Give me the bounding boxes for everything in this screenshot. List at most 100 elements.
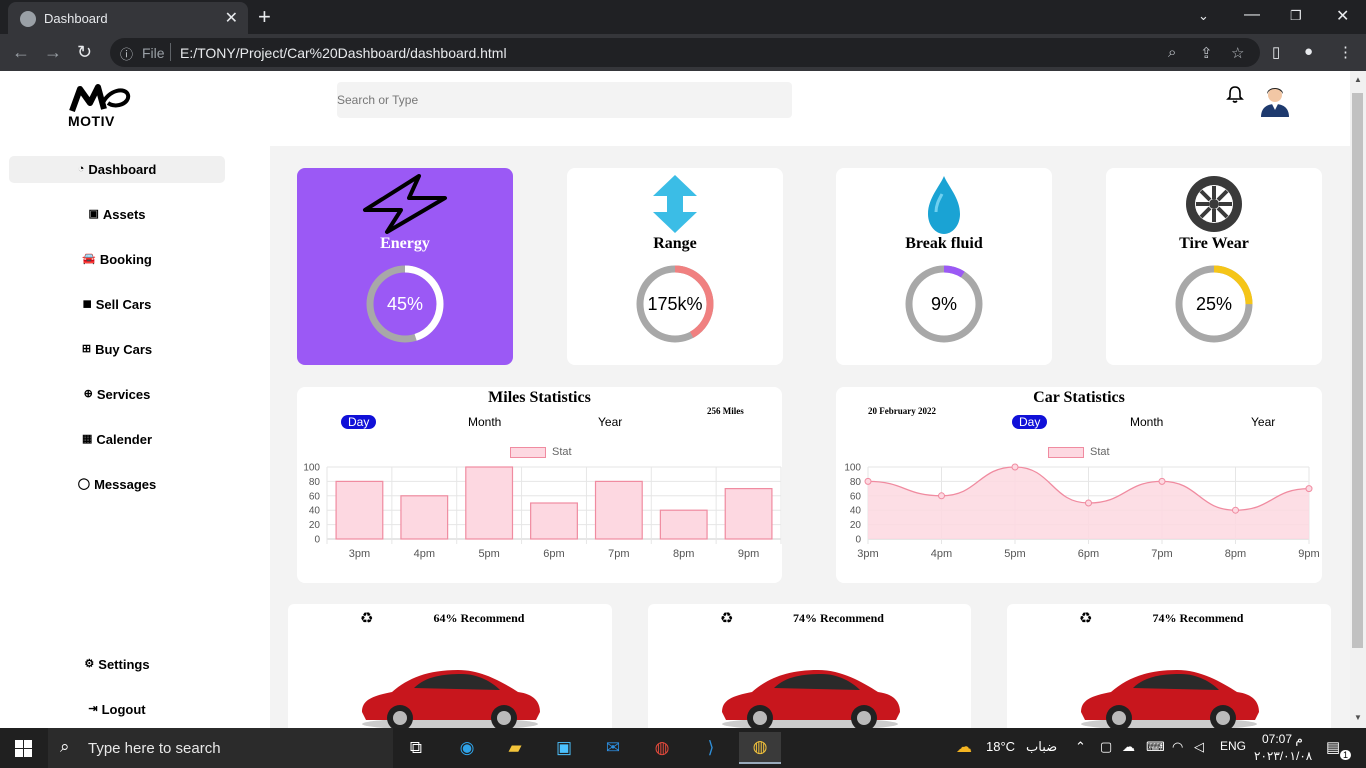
sidebar-item-booking[interactable]: 🚘 Booking xyxy=(9,246,225,273)
y-tick-label: 80 xyxy=(309,477,321,488)
tab-title: Dashboard xyxy=(44,11,108,26)
sidebar-item-logout[interactable]: ⇥ Logout xyxy=(9,696,225,723)
chart-legend[interactable]: Stat xyxy=(510,446,572,458)
omnibox[interactable]: ⓘ File E:/TONY/Project/Car%20Dashboard/d… xyxy=(110,38,1260,67)
stat-card-range[interactable]: Range 175k% xyxy=(567,168,783,365)
zoom-icon[interactable]: ⌕ xyxy=(1168,44,1176,61)
car-image xyxy=(722,670,900,728)
chart-title: Car Statistics xyxy=(1033,389,1125,406)
clock-time[interactable]: 07:07 م xyxy=(1262,732,1303,746)
x-tick-label: 8pm xyxy=(1225,548,1246,560)
volume-icon[interactable]: ◁ xyxy=(1194,739,1204,755)
chart-title: Miles Statistics xyxy=(488,389,591,406)
x-tick-label: 6pm xyxy=(543,548,564,560)
sidebar-item-settings[interactable]: ⚙ Settings xyxy=(9,651,225,678)
clock-date[interactable]: ٢٠٢٣/٠١/٠٨ xyxy=(1254,749,1312,763)
recommend-text: 64% Recommend xyxy=(433,611,525,625)
vscode-icon[interactable]: ⟩ xyxy=(690,732,732,764)
x-tick-label: 8pm xyxy=(673,548,694,560)
tab-close-icon[interactable]: ✕ xyxy=(225,8,238,28)
omnibox-separator xyxy=(170,43,171,61)
minimize-icon[interactable]: — xyxy=(1244,6,1260,24)
mail-icon[interactable]: ✉ xyxy=(592,732,634,764)
search-bar[interactable] xyxy=(337,82,792,118)
period-day-button[interactable]: Day xyxy=(1012,415,1048,429)
keyboard-icon[interactable]: ⌨ xyxy=(1146,739,1165,755)
stat-card-break-fluid[interactable]: Break fluid 9% xyxy=(836,168,1052,365)
tab-search-icon[interactable]: ⌄ xyxy=(1198,8,1209,24)
search-icon: ⌕ xyxy=(60,737,70,756)
sidebar-item-buy-cars[interactable]: ⊞ Buy Cars xyxy=(9,336,225,363)
stat-card-tire-wear[interactable]: Tire Wear 25% xyxy=(1106,168,1322,365)
wifi-icon[interactable]: ◠ xyxy=(1172,739,1183,755)
avatar[interactable] xyxy=(1258,83,1292,117)
weather-icon[interactable]: ☁ xyxy=(956,737,972,757)
motiv-logo[interactable]: MOTIV xyxy=(66,83,136,129)
edge-icon[interactable]: ◉ xyxy=(446,732,488,764)
period-day-button[interactable]: Day xyxy=(341,415,377,429)
onedrive-icon[interactable]: ☁ xyxy=(1122,739,1135,755)
back-icon[interactable]: ← xyxy=(12,42,30,63)
y-tick-label: 40 xyxy=(850,506,862,517)
stat-card-energy[interactable]: Energy 45% xyxy=(297,168,513,365)
tray-chevron-icon[interactable]: ⌃ xyxy=(1075,739,1086,755)
reload-icon[interactable]: ↻ xyxy=(77,42,92,63)
sidebar-item-label: Sell Cars xyxy=(95,297,152,312)
x-tick-label: 6pm xyxy=(1078,548,1099,560)
sidebar-item-calender[interactable]: ▦ Calender xyxy=(9,426,225,453)
sidebar-item-sell-cars[interactable]: ◼ Sell Cars xyxy=(9,291,225,318)
y-tick-label: 40 xyxy=(309,506,321,517)
sidebar-item-services[interactable]: ⊕ Services xyxy=(9,381,225,408)
main-content: Energy 45% Range 175k% Break fluid 9% Ti… xyxy=(270,146,1350,728)
scroll-down-icon[interactable]: ▼ xyxy=(1354,713,1362,722)
page-scrollbar[interactable]: ▲ ▼ xyxy=(1350,71,1366,728)
url-text[interactable]: E:/TONY/Project/Car%20Dashboard/dashboar… xyxy=(180,45,507,61)
recommend-card[interactable]: ♻ 74% Recommend xyxy=(1007,604,1331,728)
y-tick-label: 100 xyxy=(844,463,861,474)
chrome-icon[interactable]: ◍ xyxy=(739,732,781,764)
recommend-text: 74% Recommend xyxy=(1152,611,1244,625)
progress-ring: 175k% xyxy=(635,264,715,344)
meet-now-icon[interactable]: ▢ xyxy=(1100,739,1112,755)
new-tab-icon[interactable]: + xyxy=(258,4,271,30)
store-icon[interactable]: ▣ xyxy=(543,732,585,764)
period-month-button[interactable]: Month xyxy=(1123,415,1170,429)
notification-icon[interactable]: ▤ xyxy=(1326,738,1340,756)
sidebar-item-dashboard[interactable]: ◔ Dashboard xyxy=(9,156,225,183)
menu-icon[interactable]: ⋮ xyxy=(1338,43,1353,61)
chart-legend[interactable]: Stat xyxy=(1048,446,1110,458)
window-close-icon[interactable]: ✕ xyxy=(1336,6,1349,26)
windows-start-icon[interactable] xyxy=(15,740,32,757)
chrome-profile-icon[interactable]: ◍ xyxy=(641,732,683,764)
restore-icon[interactable]: ❐ xyxy=(1290,8,1302,24)
search-input[interactable] xyxy=(337,82,792,118)
share-icon[interactable]: ⇪ xyxy=(1200,44,1213,62)
period-year-button[interactable]: Year xyxy=(591,415,629,429)
bookmark-star-icon[interactable]: ☆ xyxy=(1231,44,1244,62)
sidebar-item-messages[interactable]: ◯ Messages xyxy=(9,471,225,498)
scrollbar-thumb[interactable] xyxy=(1352,93,1363,648)
weather-desc[interactable]: ضباب xyxy=(1026,739,1057,755)
file-explorer-icon[interactable]: ▰ xyxy=(494,732,536,764)
car-image xyxy=(362,670,540,728)
weather-temp[interactable]: 18°C xyxy=(986,739,1015,754)
forward-icon[interactable]: → xyxy=(44,42,62,63)
profile-icon[interactable]: ● xyxy=(1304,43,1313,60)
info-icon[interactable]: ⓘ xyxy=(120,44,133,63)
taskbar-search[interactable]: ⌕ Type here to search xyxy=(48,728,393,768)
notification-count[interactable]: 1 xyxy=(1340,750,1352,760)
sidebar-item-label: Booking xyxy=(99,252,152,267)
sidebar-item-label: Services xyxy=(96,387,151,402)
language-indicator[interactable]: ENG xyxy=(1220,739,1246,753)
side-panel-icon[interactable]: ▯ xyxy=(1272,43,1280,61)
recommend-card[interactable]: ♻ 74% Recommend xyxy=(648,604,971,728)
browser-tab[interactable]: Dashboard ✕ xyxy=(8,2,248,34)
bell-icon[interactable] xyxy=(1226,85,1244,105)
period-month-button[interactable]: Month xyxy=(461,415,508,429)
task-view-icon[interactable]: ⧉ xyxy=(395,732,437,764)
scroll-up-icon[interactable]: ▲ xyxy=(1354,75,1362,84)
car-statistics-card: Car Statistics 20 February 2022 Day Mont… xyxy=(836,387,1322,583)
period-year-button[interactable]: Year xyxy=(1244,415,1282,429)
sidebar-item-assets[interactable]: ▣ Assets xyxy=(9,201,225,228)
recommend-card[interactable]: ♻ 64% Recommend xyxy=(288,604,612,728)
